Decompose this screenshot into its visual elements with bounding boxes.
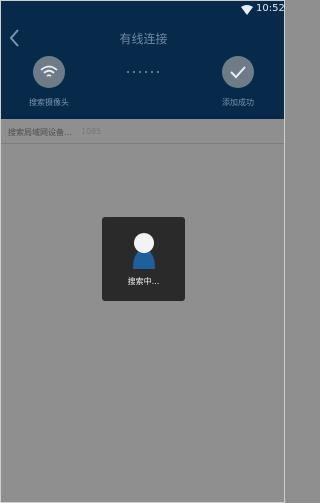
wifi-status-icon [241, 5, 253, 15]
app-screen: 10:52 有线连接 搜索摄像头 添加成功 搜索局域网设备... 1085 搜索… [0, 0, 285, 503]
step-label-add-success: 添加成功 [222, 98, 254, 107]
header: 10:52 有线连接 搜索摄像头 添加成功 [1, 1, 285, 119]
checkmark-icon [230, 66, 246, 79]
user-avatar-icon [133, 233, 155, 269]
status-time: 10:52 [256, 3, 285, 14]
status-bar: 10:52 [1, 1, 285, 19]
search-status-row: 搜索局域网设备... 1085 [1, 119, 284, 144]
page-title: 有线连接 [119, 32, 168, 46]
title-bar: 有线连接 [1, 21, 284, 55]
search-status-text: 搜索局域网设备... [8, 128, 72, 137]
wifi-icon [40, 65, 58, 77]
step-label-search-camera: 搜索摄像头 [29, 98, 69, 107]
searching-toast: 搜索中... [102, 217, 185, 301]
progress-dots [127, 71, 159, 73]
device-list-area [1, 144, 284, 502]
step-search-camera [33, 56, 65, 88]
search-count: 1085 [81, 127, 102, 136]
step-add-success [222, 56, 254, 88]
toast-text: 搜索中... [127, 277, 160, 286]
